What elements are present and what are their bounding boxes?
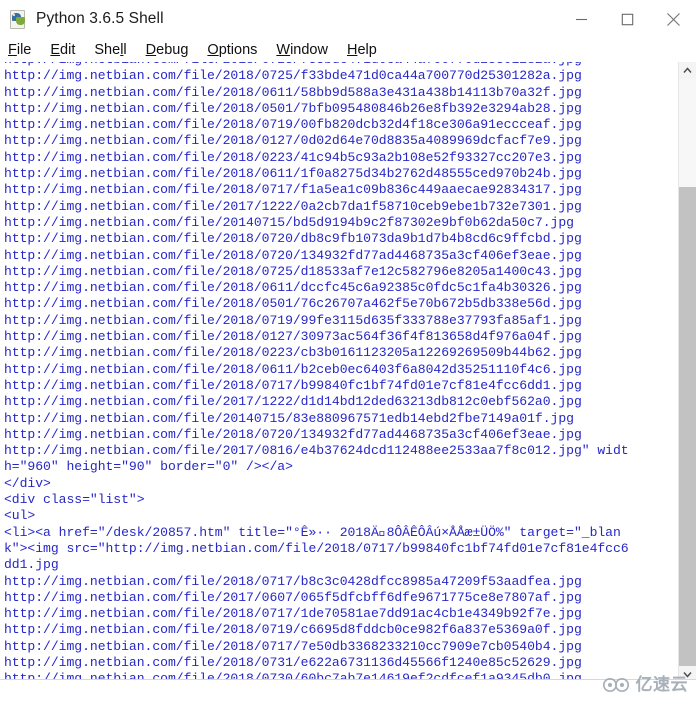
window-title: Python 3.6.5 Shell	[36, 10, 164, 27]
shell-line: http://img.netbian.com/file/2017/0607/06…	[4, 589, 582, 605]
minimize-button[interactable]	[558, 0, 604, 38]
window-controls	[558, 0, 696, 38]
shell-line: http://img.netbian.com/file/2017/0816/e4…	[4, 443, 629, 459]
watermark: 亿速云	[601, 676, 689, 694]
scroll-thumb[interactable]	[679, 187, 696, 677]
shell-line: http://img.netbian.com/file/2018/0611/58…	[4, 84, 582, 100]
shell-line: <ul>	[4, 508, 36, 524]
python-shell-window: Python 3.6.5 Shell File Edit Shell Debug…	[0, 0, 696, 702]
shell-line: http://img.netbian.com/file/2018/0611/dc…	[4, 280, 582, 296]
menu-item-edit[interactable]: Edit	[50, 43, 75, 58]
menu-item-file[interactable]: File	[8, 43, 31, 58]
shell-line: http://img.netbian.com/file/2018/0223/41…	[4, 149, 582, 165]
shell-line: http://img.netbian.com/file/2018/0717/b8…	[4, 573, 582, 589]
shell-line: http://img.netbian.com/file/2018/0720/13…	[4, 426, 582, 442]
minimize-icon	[575, 18, 587, 20]
shell-line: http://img.netbian.com/file/2018/0717/f1…	[4, 182, 582, 198]
shell-line: </div>	[4, 475, 51, 491]
maximize-icon	[621, 13, 633, 25]
menu-item-shell[interactable]: Shell	[94, 43, 126, 58]
cloud-logo-icon	[602, 677, 629, 693]
shell-line: http://img.netbian.com/file/2018/0725/f3…	[4, 68, 582, 84]
scroll-track[interactable]	[679, 79, 696, 677]
shell-line: http://img.netbian.com/file/2018/0501/76…	[4, 296, 582, 312]
shell-line: http://img.netbian.com/file/2018/0501/7b…	[4, 100, 582, 116]
shell-line: http://img.netbian.com/file/2018/0611/b2…	[4, 361, 582, 377]
shell-line: http://img.netbian.com/file/2018/0223/cb…	[4, 345, 582, 361]
shell-line: http://img.netbian.com/file/2018/0127/0d…	[4, 133, 582, 149]
status-strip	[0, 679, 696, 702]
shell-text-clip: http://img.netbian.com/file/2018/0725/f3…	[0, 62, 660, 683]
close-button[interactable]	[650, 0, 696, 38]
python-idle-icon	[8, 9, 28, 29]
shell-line: http://img.netbian.com/file/2018/0717/b9…	[4, 377, 582, 393]
menu-bar: File Edit Shell Debug Options Window Hel…	[0, 38, 696, 62]
maximize-button[interactable]	[604, 0, 650, 38]
menu-item-debug[interactable]: Debug	[146, 43, 189, 58]
shell-line: http://img.netbian.com/file/2018/0717/1d…	[4, 606, 582, 622]
watermark-text: 亿速云	[635, 674, 688, 695]
shell-line: http://img.netbian.com/file/2018/0719/99…	[4, 312, 582, 328]
shell-line: http://img.netbian.com/file/2018/0611/1f…	[4, 166, 582, 182]
shell-output-area[interactable]: http://img.netbian.com/file/2018/0725/f3…	[0, 62, 696, 683]
chevron-up-icon	[683, 67, 692, 73]
shell-line: http://img.netbian.com/file/2018/0719/c6…	[4, 622, 582, 638]
shell-line: h="960" height="90" border="0" /></a>	[4, 459, 293, 475]
menu-item-options[interactable]: Options	[207, 43, 257, 58]
shell-line: http://img.netbian.com/file/20140715/bd5…	[4, 214, 574, 230]
scroll-up-arrow[interactable]	[679, 62, 696, 79]
shell-text[interactable]: http://img.netbian.com/file/2018/0725/f3…	[4, 62, 660, 683]
close-icon	[666, 12, 680, 26]
shell-line: <li><a href="/desk/20857.htm" title="°Ê»…	[4, 524, 621, 540]
shell-line: http://img.netbian.com/file/2018/0719/00…	[4, 117, 582, 133]
shell-line: k"><img src="http://img.netbian.com/file…	[4, 540, 629, 556]
shell-line: http://img.netbian.com/file/2018/0720/db…	[4, 231, 582, 247]
shell-line: http://img.netbian.com/file/20140715/83e…	[4, 410, 574, 426]
shell-line: http://img.netbian.com/file/2018/0720/13…	[4, 247, 582, 263]
shell-line: http://img.netbian.com/file/2018/0731/e6…	[4, 654, 582, 670]
menu-item-help[interactable]: Help	[347, 43, 377, 58]
shell-line: http://img.netbian.com/file/2017/1222/0a…	[4, 198, 582, 214]
shell-line: http://img.netbian.com/file/2017/1222/d1…	[4, 394, 582, 410]
shell-line: http://img.netbian.com/file/2018/0127/30…	[4, 329, 582, 345]
shell-line: http://img.netbian.com/file/2018/0717/7e…	[4, 638, 582, 654]
vertical-scrollbar[interactable]	[678, 62, 696, 683]
shell-line: <div class="list">	[4, 492, 145, 508]
shell-line: http://img.netbian.com/file/2018/0725/d1…	[4, 263, 582, 279]
menu-item-window[interactable]: Window	[276, 43, 328, 58]
shell-line: dd1.jpg	[4, 557, 59, 573]
title-bar: Python 3.6.5 Shell	[0, 0, 696, 38]
